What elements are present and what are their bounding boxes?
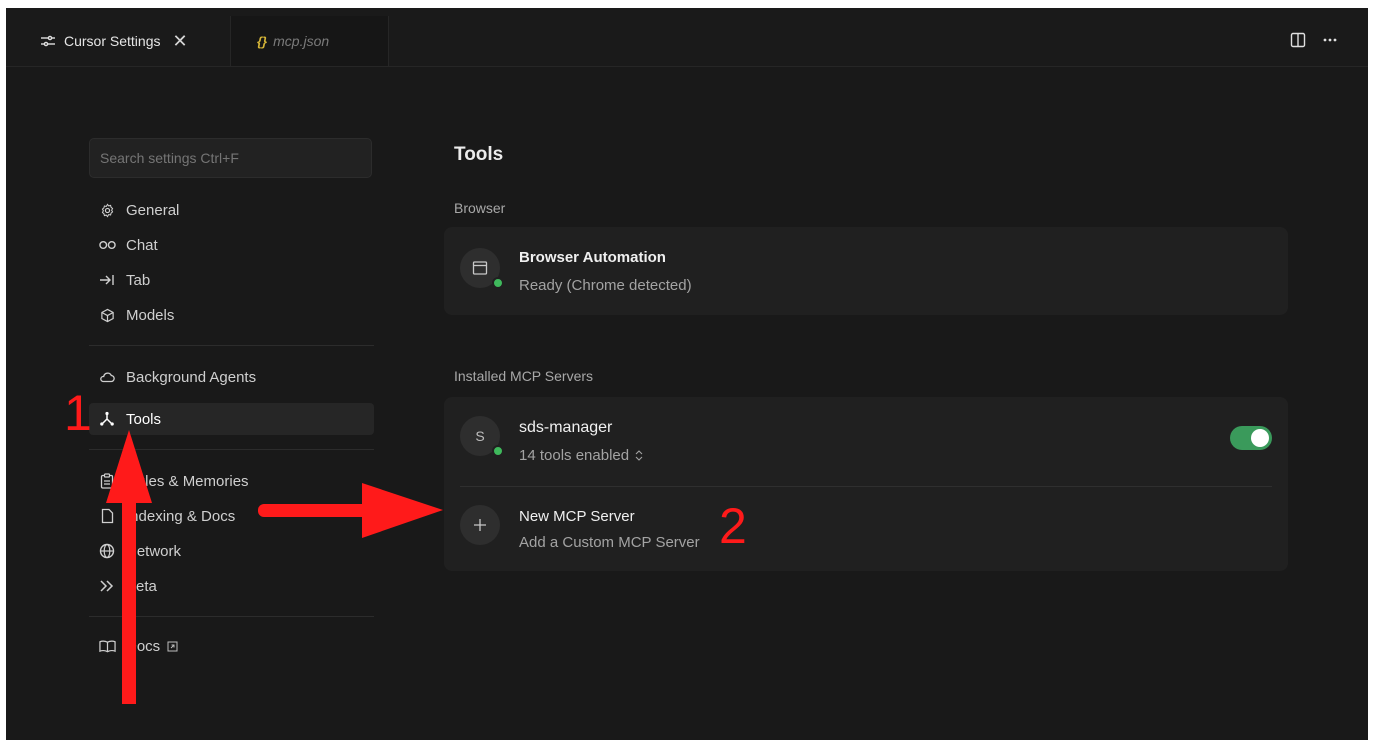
- sidebar-item-models[interactable]: Models: [89, 299, 374, 331]
- tab-cursor-settings[interactable]: Cursor Settings ✕: [18, 16, 231, 66]
- section-browser-label: Browser: [454, 200, 506, 216]
- sidebar-item-label: Background Agents: [126, 368, 257, 386]
- settings-sliders-icon: [40, 33, 56, 49]
- gear-icon: [98, 203, 116, 218]
- server-tools-count: 14 tools enabled: [519, 447, 630, 464]
- settings-window: Cursor Settings ✕ {} mcp.json General: [6, 8, 1368, 740]
- tab-mcp-json[interactable]: {} mcp.json: [231, 16, 389, 66]
- sidebar-divider: [89, 345, 374, 346]
- toggle-knob: [1251, 429, 1269, 447]
- sidebar-divider: [89, 616, 374, 617]
- external-link-icon: [167, 641, 178, 652]
- browser-automation-title: Browser Automation: [519, 249, 666, 266]
- split-editor-icon[interactable]: [1290, 32, 1306, 53]
- sidebar-item-background-agents[interactable]: Background Agents: [89, 361, 374, 393]
- page-title: Tools: [454, 144, 504, 165]
- sidebar-item-rules-memories[interactable]: Rules & Memories: [89, 465, 374, 497]
- step-2-label: 2: [719, 498, 747, 554]
- server-tools-count-row[interactable]: 14 tools enabled: [519, 447, 643, 464]
- book-icon: [98, 639, 116, 653]
- json-braces-icon: {}: [257, 33, 268, 49]
- sidebar-item-label: Models: [126, 306, 175, 324]
- search-input[interactable]: [89, 138, 372, 178]
- more-actions-icon[interactable]: [1322, 32, 1338, 53]
- sidebar-item-label: Chat: [126, 236, 158, 254]
- card-divider: [460, 486, 1272, 487]
- clipboard-icon: [98, 473, 116, 489]
- new-mcp-server-title[interactable]: New MCP Server: [519, 508, 635, 525]
- chevron-up-down-icon: [635, 450, 643, 461]
- sidebar-item-indexing-docs[interactable]: Indexing & Docs: [89, 500, 374, 532]
- tab-label: Cursor Settings: [64, 33, 161, 49]
- sidebar-item-label: Tools: [126, 410, 162, 428]
- cube-icon: [98, 308, 116, 323]
- mcp-servers-card: S sds-manager 14 tools enabled New MCP S…: [444, 397, 1288, 571]
- sidebar-item-chat[interactable]: Chat: [89, 229, 374, 261]
- sidebar-item-label: General: [126, 201, 180, 219]
- tab-label: mcp.json: [273, 33, 330, 49]
- globe-icon: [98, 543, 116, 559]
- step-1-label: 1: [64, 385, 92, 441]
- sidebar-item-network[interactable]: Network: [89, 535, 374, 567]
- tools-hub-icon: [98, 411, 116, 427]
- editor-actions: [1290, 32, 1338, 53]
- browser-automation-card[interactable]: Browser Automation Ready (Chrome detecte…: [444, 227, 1288, 315]
- browser-automation-status: Ready (Chrome detected): [519, 277, 692, 294]
- sidebar-item-tools[interactable]: Tools: [89, 403, 374, 435]
- sidebar-item-docs[interactable]: Docs: [89, 630, 374, 662]
- server-enabled-toggle[interactable]: [1230, 426, 1272, 450]
- sidebar-item-label: Rules & Memories: [126, 472, 249, 490]
- tab-bar: Cursor Settings ✕ {} mcp.json: [6, 8, 1368, 67]
- status-indicator: [492, 277, 504, 289]
- status-indicator: [492, 445, 504, 457]
- sidebar-item-label: Beta: [126, 577, 157, 595]
- close-icon[interactable]: ✕: [172, 31, 187, 52]
- new-mcp-server-subtitle: Add a Custom MCP Server: [519, 534, 700, 551]
- plus-icon[interactable]: [460, 505, 500, 545]
- document-icon: [98, 508, 116, 524]
- section-mcp-label: Installed MCP Servers: [454, 368, 594, 384]
- sidebar-item-tab[interactable]: Tab: [89, 264, 374, 296]
- sidebar-item-label: Tab: [126, 271, 151, 289]
- sidebar-item-general[interactable]: General: [89, 194, 374, 226]
- sidebar-item-beta[interactable]: Beta: [89, 570, 374, 602]
- sidebar-item-label: Docs: [126, 637, 161, 655]
- sidebar-divider: [89, 449, 374, 450]
- sidebar-item-label: Network: [126, 542, 182, 560]
- arrow-right-bar-icon: [98, 273, 116, 287]
- sidebar-item-label: Indexing & Docs: [126, 507, 236, 525]
- double-chevron-icon: [98, 579, 116, 593]
- server-name: sds-manager: [519, 419, 613, 436]
- infinity-icon: [98, 239, 116, 251]
- cloud-icon: [98, 371, 116, 383]
